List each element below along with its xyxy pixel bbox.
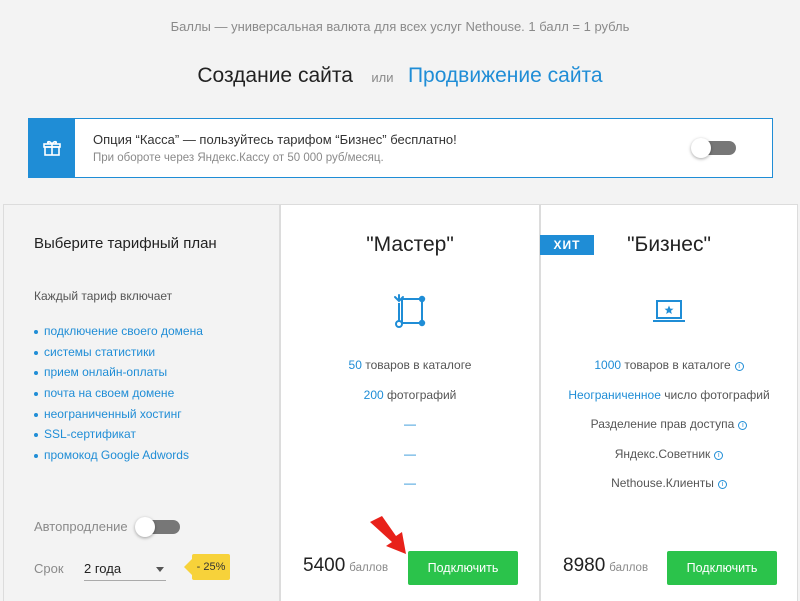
product-count[interactable]: 1000: [594, 358, 621, 372]
feature-item[interactable]: прием онлайн-оплаты: [34, 362, 203, 383]
price-value: 8980: [563, 555, 606, 576]
feature-item[interactable]: почта на своем домене: [34, 383, 203, 404]
choose-plan-title: Выберите тарифный план: [34, 235, 217, 252]
row-text: товаров в каталоге: [361, 358, 472, 372]
plan-row-access: —: [281, 416, 539, 446]
plan-card-business: ХИТ "Бизнес" 1000 товаров в каталоге i Не…: [540, 204, 798, 601]
plan-row-photos: 200 фотографий: [281, 387, 539, 417]
feature-item[interactable]: подключение своего домена: [34, 321, 203, 342]
site-creation-tab[interactable]: Создание сайта: [197, 64, 353, 87]
banner-title: Опция “Касса” — пользуйтесь тарифом “Биз…: [93, 132, 457, 147]
laptop-star-icon: [649, 291, 689, 331]
chevron-down-icon: [156, 567, 164, 572]
info-icon[interactable]: i: [734, 362, 744, 371]
plan-row-clients: —: [281, 475, 539, 505]
not-included-dash: —: [404, 476, 416, 490]
features-list: подключение своего домена системы статис…: [34, 321, 203, 466]
plan-features-column: Выберите тарифный план Каждый тариф вклю…: [3, 204, 280, 601]
price-unit: баллов: [609, 562, 649, 574]
row-text: Яндекс.Советник: [614, 446, 711, 461]
row-text: фотографий: [383, 387, 457, 402]
red-arrow-icon: [370, 516, 406, 554]
plan-name: "Бизнес": [627, 233, 711, 256]
term-value: 2 года: [84, 561, 122, 576]
gift-icon: [29, 119, 75, 177]
discount-badge: - 25%: [184, 554, 230, 580]
connect-master-button[interactable]: Подключить: [408, 551, 518, 585]
plan-name: "Мастер": [366, 233, 454, 256]
connect-business-button[interactable]: Подключить: [667, 551, 777, 585]
product-count[interactable]: 50: [349, 358, 362, 372]
or-label: или: [371, 70, 394, 85]
info-icon[interactable]: i: [717, 480, 727, 489]
banner-subtitle: При обороте через Яндекс.Кассу от 50 000…: [93, 152, 384, 164]
price-unit: баллов: [349, 562, 389, 574]
row-text: Разделение прав доступа: [590, 417, 735, 431]
plan-row-advisor: Яндекс.Советник i: [541, 446, 797, 476]
not-included-dash: —: [404, 417, 416, 431]
plan-rows: 50 товаров в каталоге 200 фотографий — —…: [281, 357, 539, 505]
toggle-knob: [691, 138, 711, 158]
tagline: Баллы — универсальная валюта для всех ус…: [170, 19, 630, 34]
feature-item[interactable]: неограниченный хостинг: [34, 404, 203, 425]
plan-rows: 1000 товаров в каталоге i Неограниченное …: [541, 357, 797, 505]
plan-row-advisor: —: [281, 446, 539, 476]
info-icon[interactable]: i: [714, 450, 724, 460]
row-text: товаров в каталоге: [621, 358, 731, 372]
feature-item[interactable]: системы статистики: [34, 342, 203, 363]
tools-icon: [390, 291, 430, 331]
plan-price: 5400 баллов: [303, 555, 388, 577]
row-text: число фотографий: [660, 387, 770, 402]
plan-row-photos: Неограниченное число фотографий: [541, 387, 797, 417]
term-select[interactable]: 2 года: [84, 555, 166, 581]
plan-row-products: 1000 товаров в каталоге i: [541, 357, 797, 387]
includes-label: Каждый тариф включает: [34, 289, 173, 303]
toggle-knob: [135, 517, 155, 537]
photo-count[interactable]: Неограниченное: [568, 388, 661, 402]
photo-count[interactable]: 200: [364, 388, 384, 402]
autorenew-label: Автопродление: [34, 519, 128, 534]
kassa-option-banner: Опция “Касса” — пользуйтесь тарифом “Биз…: [28, 118, 773, 178]
plan-type-switcher: Создание сайта или Продвижение сайта: [0, 64, 800, 88]
plan-row-clients: Nethouse.Клиенты i: [541, 475, 797, 505]
price-value: 5400: [303, 555, 346, 576]
not-included-dash: —: [404, 446, 416, 461]
autorenew-toggle[interactable]: [135, 517, 180, 537]
kassa-toggle[interactable]: [691, 138, 736, 158]
feature-item[interactable]: SSL-сертификат: [34, 424, 203, 445]
plan-row-access: Разделение прав доступа i: [541, 416, 797, 446]
info-icon[interactable]: i: [738, 421, 748, 430]
feature-item[interactable]: промокод Google Adwords: [34, 445, 203, 466]
plan-row-products: 50 товаров в каталоге: [281, 357, 539, 387]
site-promotion-link[interactable]: Продвижение сайта: [408, 64, 603, 87]
term-label: Срок: [34, 561, 64, 576]
plan-price: 8980 баллов: [563, 555, 648, 577]
row-text: Nethouse.Клиенты: [611, 476, 714, 490]
